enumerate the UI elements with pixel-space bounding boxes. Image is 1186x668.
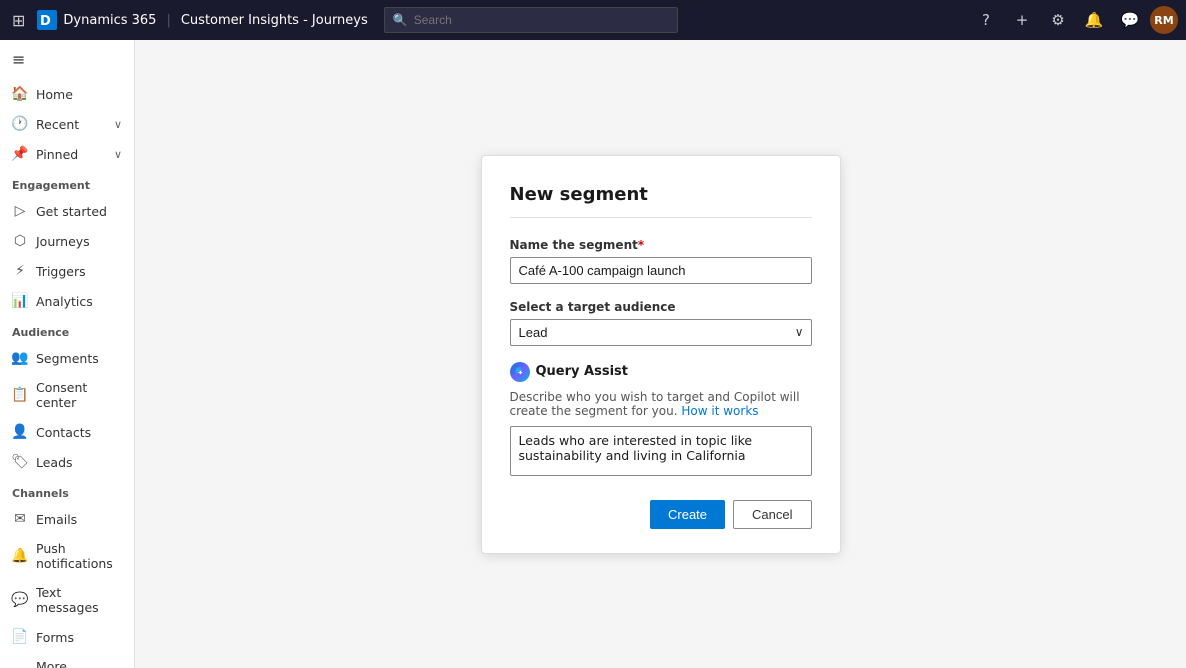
- app-name: Customer Insights - Journeys: [181, 13, 368, 28]
- dynamics-logo: D: [37, 10, 57, 30]
- sidebar-item-journeys[interactable]: ⬡ Journeys: [0, 226, 134, 256]
- svg-text:✦: ✦: [517, 369, 523, 377]
- play-icon: ▷: [12, 203, 28, 219]
- query-assist-header: ✦ Query Assist: [510, 362, 812, 382]
- sidebar: ≡ 🏠 Home 🕐 Recent ∨ 📌 Pinned ∨ Engagemen…: [0, 40, 135, 668]
- topbar: ⊞ D Dynamics 365 | Customer Insights - J…: [0, 0, 1186, 40]
- how-it-works-link[interactable]: How it works: [681, 404, 758, 418]
- pinned-chevron: ∨: [114, 148, 122, 161]
- push-icon: 🔔: [12, 548, 28, 564]
- home-icon: 🏠: [12, 86, 28, 102]
- sidebar-journeys-label: Journeys: [36, 234, 90, 249]
- sidebar-item-home[interactable]: 🏠 Home: [0, 79, 134, 109]
- email-icon: ✉: [12, 511, 28, 527]
- dialog-footer: Create Cancel: [510, 500, 812, 529]
- sidebar-analytics-label: Analytics: [36, 294, 93, 309]
- sidebar-consent-label: Consent center: [36, 380, 122, 410]
- query-assist-label: Query Assist: [536, 364, 628, 379]
- sidebar-item-leads[interactable]: 🏷 Leads: [0, 447, 134, 477]
- recent-icon: 🕐: [12, 116, 28, 132]
- cancel-button[interactable]: Cancel: [733, 500, 811, 529]
- consent-icon: 📋: [12, 387, 28, 403]
- sidebar-item-recent[interactable]: 🕐 Recent ∨: [0, 109, 134, 139]
- sidebar-item-get-started[interactable]: ▷ Get started: [0, 196, 134, 226]
- name-input[interactable]: [510, 257, 812, 284]
- brand: D Dynamics 365: [37, 10, 156, 30]
- section-engagement: Engagement: [0, 169, 134, 196]
- sidebar-recent-label: Recent: [36, 117, 79, 132]
- sidebar-item-push[interactable]: 🔔 Push notifications: [0, 534, 134, 578]
- sidebar-item-consent[interactable]: 📋 Consent center: [0, 373, 134, 417]
- leads-icon: 🏷: [12, 454, 28, 470]
- sidebar-text-label: Text messages: [36, 585, 122, 615]
- topbar-icons: ? + ⚙ 🔔 💬 RM: [970, 4, 1178, 36]
- settings-icon[interactable]: ⚙: [1042, 4, 1074, 36]
- apps-icon[interactable]: ⊞: [8, 7, 29, 34]
- hamburger-button[interactable]: ≡: [0, 40, 134, 79]
- sidebar-item-more-channels[interactable]: ⋯ More channels: [0, 652, 134, 668]
- triggers-icon: ⚡: [12, 263, 28, 279]
- sidebar-more-label: More channels: [36, 659, 122, 668]
- query-assist-section: ✦ Query Assist Describe who you wish to …: [510, 362, 812, 480]
- audience-field-group: Select a target audience Lead Contact ∨: [510, 300, 812, 346]
- search-input[interactable]: [414, 13, 669, 27]
- sidebar-item-triggers[interactable]: ⚡ Triggers: [0, 256, 134, 286]
- create-button[interactable]: Create: [650, 500, 725, 529]
- sidebar-leads-label: Leads: [36, 455, 73, 470]
- audience-select-wrapper: Lead Contact ∨: [510, 319, 812, 346]
- sidebar-get-started-label: Get started: [36, 204, 107, 219]
- analytics-icon: 📊: [12, 293, 28, 309]
- content-area: New segment Name the segment* Select a t…: [135, 40, 1186, 668]
- sidebar-item-contacts[interactable]: 👤 Contacts: [0, 417, 134, 447]
- section-channels: Channels: [0, 477, 134, 504]
- text-icon: 💬: [12, 592, 28, 608]
- main-layout: ≡ 🏠 Home 🕐 Recent ∨ 📌 Pinned ∨ Engagemen…: [0, 40, 1186, 668]
- avatar[interactable]: RM: [1150, 6, 1178, 34]
- sidebar-item-forms[interactable]: 📄 Forms: [0, 622, 134, 652]
- sidebar-forms-label: Forms: [36, 630, 74, 645]
- dialog-title: New segment: [510, 184, 812, 205]
- audience-select[interactable]: Lead Contact: [510, 319, 812, 346]
- name-required: *: [638, 238, 644, 252]
- audience-label: Select a target audience: [510, 300, 812, 314]
- query-assist-desc: Describe who you wish to target and Copi…: [510, 390, 812, 418]
- section-audience: Audience: [0, 316, 134, 343]
- help-icon[interactable]: ?: [970, 4, 1002, 36]
- query-assist-icon: ✦: [510, 362, 530, 382]
- svg-text:D: D: [40, 14, 51, 29]
- recent-chevron: ∨: [114, 118, 122, 131]
- sidebar-item-segments[interactable]: 👥 Segments: [0, 343, 134, 373]
- sidebar-item-emails[interactable]: ✉ Emails: [0, 504, 134, 534]
- add-icon[interactable]: +: [1006, 4, 1038, 36]
- sidebar-pinned-label: Pinned: [36, 147, 78, 162]
- sidebar-item-text[interactable]: 💬 Text messages: [0, 578, 134, 622]
- sidebar-segments-label: Segments: [36, 351, 99, 366]
- query-assist-textarea[interactable]: Leads who are interested in topic like s…: [510, 426, 812, 476]
- sidebar-push-label: Push notifications: [36, 541, 122, 571]
- name-field-group: Name the segment*: [510, 238, 812, 284]
- brand-label: Dynamics 365: [63, 13, 156, 28]
- notifications-icon[interactable]: 🔔: [1078, 4, 1110, 36]
- dialog-divider: [510, 217, 812, 218]
- journeys-icon: ⬡: [12, 233, 28, 249]
- new-segment-dialog: New segment Name the segment* Select a t…: [481, 155, 841, 554]
- chat-icon[interactable]: 💬: [1114, 4, 1146, 36]
- search-bar[interactable]: 🔍: [384, 7, 678, 33]
- sidebar-home-label: Home: [36, 87, 73, 102]
- contacts-icon: 👤: [12, 424, 28, 440]
- search-icon: 🔍: [393, 13, 408, 27]
- segments-icon: 👥: [12, 350, 28, 366]
- sidebar-triggers-label: Triggers: [36, 264, 86, 279]
- sidebar-item-pinned[interactable]: 📌 Pinned ∨: [0, 139, 134, 169]
- sidebar-contacts-label: Contacts: [36, 425, 91, 440]
- sidebar-emails-label: Emails: [36, 512, 77, 527]
- forms-icon: 📄: [12, 629, 28, 645]
- name-label: Name the segment*: [510, 238, 812, 252]
- sidebar-item-analytics[interactable]: 📊 Analytics: [0, 286, 134, 316]
- pin-icon: 📌: [12, 146, 28, 162]
- brand-divider: |: [166, 13, 170, 28]
